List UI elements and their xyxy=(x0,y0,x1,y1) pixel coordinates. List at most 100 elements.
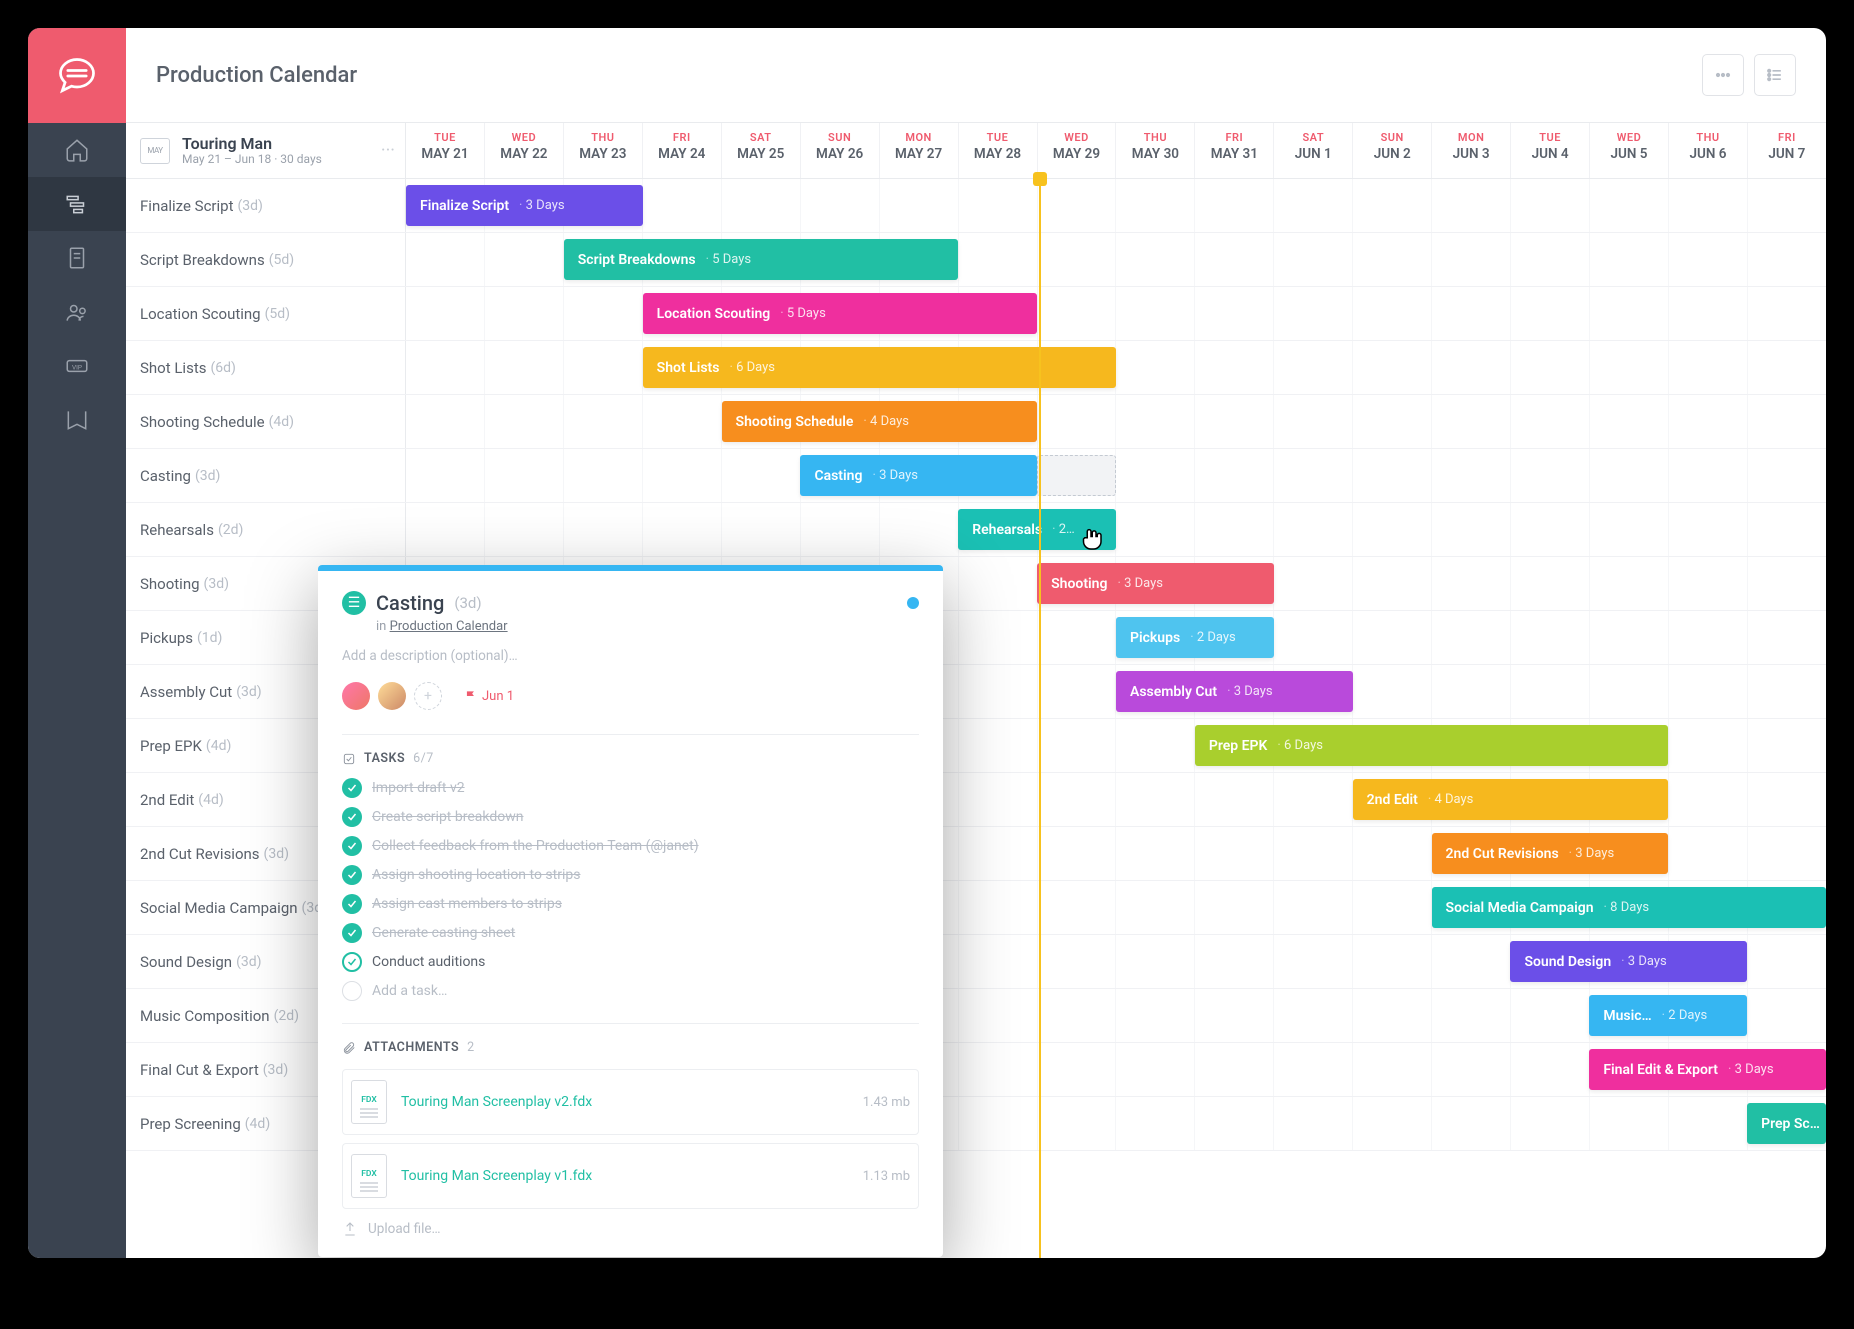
date-column: MONJUN 3 xyxy=(1432,123,1511,178)
gantt-bar[interactable]: Sound Design3 Days xyxy=(1510,941,1747,982)
add-assignee-button[interactable]: + xyxy=(414,682,442,710)
gantt-row: Shooting Schedule (4d) Shooting Schedule4… xyxy=(126,395,1826,449)
checkbox-icon[interactable] xyxy=(342,952,362,972)
subtask[interactable]: Conduct auditions xyxy=(342,952,919,972)
project-more-icon[interactable]: ··· xyxy=(381,148,395,154)
gantt-bar[interactable]: Social Media Campaign8 Days xyxy=(1432,887,1826,928)
gantt-bar[interactable]: Prep EPK6 Days xyxy=(1195,725,1668,766)
popup-description-input[interactable]: Add a description (optional)… xyxy=(342,648,919,664)
date-column: SATJUN 1 xyxy=(1274,123,1353,178)
gantt-bar[interactable]: Assembly Cut3 Days xyxy=(1116,671,1353,712)
upload-file-button[interactable]: Upload file… xyxy=(342,1221,919,1237)
gantt-bar[interactable]: Shot Lists6 Days xyxy=(643,347,1116,388)
more-button[interactable] xyxy=(1702,54,1744,96)
row-label[interactable]: Casting (3d) xyxy=(126,449,406,502)
gantt-bar[interactable]: Finalize Script3 Days xyxy=(406,185,643,226)
gantt-bar[interactable]: Prep Sc… xyxy=(1747,1103,1826,1144)
gantt-bar[interactable]: Music…2 Days xyxy=(1589,995,1747,1036)
due-date-badge[interactable]: Jun 1 xyxy=(464,689,514,704)
nav: VIP xyxy=(28,123,126,447)
project-header-cell: MAY Touring Man May 21 – Jun 18 · 30 day… xyxy=(126,123,406,178)
project-subtitle: May 21 – Jun 18 · 30 days xyxy=(182,152,322,166)
popup-breadcrumb: in Production Calendar xyxy=(376,619,919,634)
attachments-section-header: ATTACHMENTS 2 xyxy=(342,1023,919,1055)
checkbox-icon[interactable] xyxy=(342,807,362,827)
nav-vip[interactable]: VIP xyxy=(28,339,126,393)
date-column: TUEMAY 21 xyxy=(406,123,485,178)
gantt-bar[interactable]: Shooting Schedule4 Days xyxy=(722,401,1038,442)
gantt-row: Rehearsals (2d)Rehearsals2… xyxy=(126,503,1826,557)
popup-title: Casting xyxy=(376,591,444,615)
header-actions xyxy=(1702,54,1796,96)
date-column: WEDMAY 22 xyxy=(485,123,564,178)
attachment-item[interactable]: FDXTouring Man Screenplay v1.fdx1.13 mb xyxy=(342,1143,919,1209)
date-column: TUEJUN 4 xyxy=(1511,123,1590,178)
file-icon: FDX xyxy=(351,1080,387,1124)
attachment-name[interactable]: Touring Man Screenplay v1.fdx xyxy=(401,1168,849,1184)
nav-team[interactable] xyxy=(28,285,126,339)
date-column: FRIMAY 31 xyxy=(1195,123,1274,178)
row-label[interactable]: Rehearsals (2d) xyxy=(126,503,406,556)
gantt-bar[interactable]: Casting3 Days xyxy=(800,455,1037,496)
file-icon: FDX xyxy=(351,1154,387,1198)
date-column: FRIMAY 24 xyxy=(643,123,722,178)
gantt-bar[interactable]: Final Edit & Export3 Days xyxy=(1589,1049,1826,1090)
add-task-input[interactable]: Add a task… xyxy=(342,981,919,1001)
gantt-bar[interactable]: 2nd Edit4 Days xyxy=(1353,779,1669,820)
header: Production Calendar xyxy=(126,28,1826,123)
checkbox-icon[interactable] xyxy=(342,836,362,856)
today-marker[interactable] xyxy=(1033,172,1047,186)
row-label[interactable]: Finalize Script (3d) xyxy=(126,179,406,232)
date-column: WEDJUN 5 xyxy=(1590,123,1669,178)
assignee-avatar-2[interactable] xyxy=(378,682,406,710)
subtask[interactable]: Create script breakdown xyxy=(342,807,919,827)
checkbox-icon[interactable] xyxy=(342,894,362,914)
checkbox-icon[interactable] xyxy=(342,778,362,798)
gantt-bar[interactable]: Pickups2 Days xyxy=(1116,617,1274,658)
assignee-avatar-1[interactable] xyxy=(342,682,370,710)
popup-parent-link[interactable]: Production Calendar xyxy=(390,619,508,634)
row-label[interactable]: Script Breakdowns (5d) xyxy=(126,233,406,286)
checkbox-icon[interactable] xyxy=(342,865,362,885)
subtask[interactable]: Assign cast members to strips xyxy=(342,894,919,914)
checkbox-icon[interactable] xyxy=(342,923,362,943)
timeline: Finalize Script3 Days xyxy=(406,179,1826,232)
attachment-size: 1.43 mb xyxy=(863,1095,910,1110)
list-view-button[interactable] xyxy=(1754,54,1796,96)
gantt-bar[interactable]: Location Scouting5 Days xyxy=(643,293,1037,334)
row-label[interactable]: Location Scouting (5d) xyxy=(126,287,406,340)
gantt-row: Finalize Script (3d)Finalize Script3 Day… xyxy=(126,179,1826,233)
row-label[interactable]: Shooting Schedule (4d) xyxy=(126,395,406,448)
row-label[interactable]: Shot Lists (6d) xyxy=(126,341,406,394)
gantt-bar[interactable]: 2nd Cut Revisions3 Days xyxy=(1432,833,1669,874)
date-column: FRIJUN 7 xyxy=(1748,123,1826,178)
gantt-bar[interactable]: Shooting3 Days xyxy=(1037,563,1274,604)
timeline: Location Scouting5 Days xyxy=(406,287,1826,340)
nav-home[interactable] xyxy=(28,123,126,177)
timeline: Shooting Schedule4 Days xyxy=(406,395,1826,448)
nav-library[interactable] xyxy=(28,393,126,447)
date-column: SATMAY 25 xyxy=(722,123,801,178)
popup-duration: (3d) xyxy=(454,594,481,612)
date-column: THUMAY 23 xyxy=(564,123,643,178)
gantt-row: Script Breakdowns (5d) Script Breakdowns5… xyxy=(126,233,1826,287)
gantt-header: MAY Touring Man May 21 – Jun 18 · 30 day… xyxy=(126,123,1826,179)
gantt-row: Shot Lists (6d) Shot Lists6 Days xyxy=(126,341,1826,395)
calendar-icon: MAY xyxy=(140,138,170,164)
gantt-bar[interactable]: Script Breakdowns5 Days xyxy=(564,239,958,280)
logo[interactable] xyxy=(28,28,126,123)
attachment-item[interactable]: FDX Touring Man Screenplay v2.fdx 1.43 mb xyxy=(342,1069,919,1135)
app-frame: VIP Production Calendar MAY Touring Man … xyxy=(28,28,1826,1258)
subtask[interactable]: Import draft v2 xyxy=(342,778,919,798)
nav-document[interactable] xyxy=(28,231,126,285)
attachment-name[interactable]: Touring Man Screenplay v2.fdx xyxy=(401,1094,849,1110)
subtask[interactable]: Collect feedback from the Production Tea… xyxy=(342,836,919,856)
date-column: SUNJUN 2 xyxy=(1353,123,1432,178)
project-name: Touring Man xyxy=(182,135,322,153)
subtask[interactable]: Generate casting sheet xyxy=(342,923,919,943)
task-type-icon: ☰ xyxy=(342,591,366,615)
tasks-count: 6/7 xyxy=(413,751,434,766)
nav-gantt[interactable] xyxy=(28,177,126,231)
subtask[interactable]: Assign shooting location to strips xyxy=(342,865,919,885)
popup-status-dot[interactable] xyxy=(907,597,919,609)
